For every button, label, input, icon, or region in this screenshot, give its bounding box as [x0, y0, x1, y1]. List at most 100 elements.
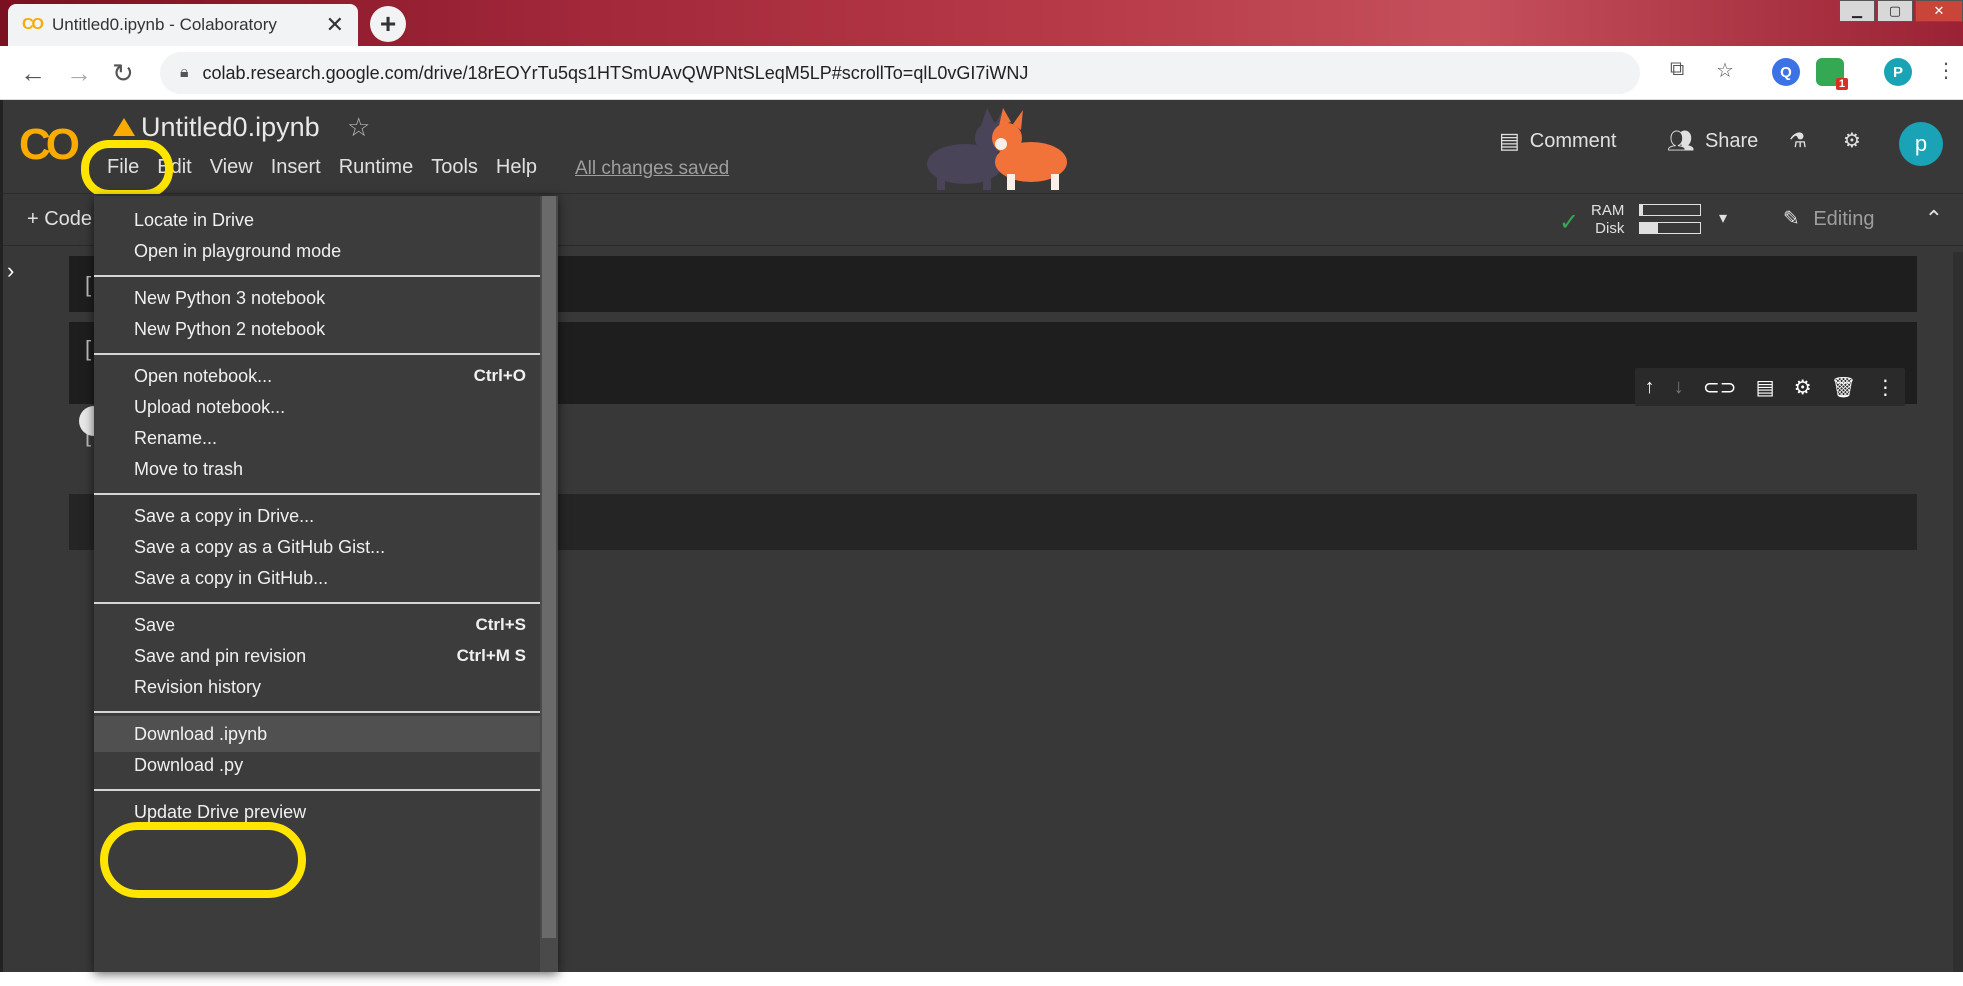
comment-icon: ▤ — [1499, 128, 1520, 153]
move-up-icon[interactable]: ↑ — [1645, 376, 1655, 399]
cell-bracket: [ — [85, 336, 92, 361]
resource-monitor[interactable]: RAM Disk — [1591, 202, 1624, 238]
menu-item-new-python2[interactable]: New Python 2 notebook — [94, 311, 540, 347]
share-label: Share — [1704, 129, 1759, 152]
minimize-icon[interactable]: ▁ — [1839, 0, 1875, 22]
cell-bracket: [ — [85, 272, 92, 297]
menu-item-label: Download .ipynb — [134, 723, 268, 744]
editing-mode-button[interactable]: ✎ Editing — [1783, 206, 1874, 231]
menu-item-label: Open notebook... — [134, 365, 273, 386]
colab-favicon-icon: CO — [22, 16, 44, 33]
notebook-title[interactable]: Untitled0.ipynb — [141, 112, 320, 143]
scrollbar-thumb[interactable] — [542, 196, 556, 938]
star-icon[interactable]: ☆ — [347, 112, 370, 143]
menu-insert[interactable]: Insert — [271, 156, 321, 179]
annotation-highlight-download — [100, 822, 306, 898]
back-icon[interactable]: ← — [20, 58, 46, 89]
comment-cell-icon[interactable]: ▤ — [1756, 375, 1775, 400]
link-icon[interactable]: ⊂⊃ — [1703, 375, 1737, 400]
pencil-icon: ✎ — [1783, 208, 1800, 230]
menu-divider — [94, 275, 540, 277]
more-icon[interactable]: ⋮ — [1875, 375, 1895, 400]
search-extension-icon[interactable]: Q — [1772, 58, 1800, 86]
flask-icon[interactable]: ⚗ — [1789, 128, 1807, 153]
menu-item-label: Revision history — [134, 676, 262, 697]
menu-item-label: Update Drive preview — [134, 801, 307, 822]
menu-item-move-to-trash[interactable]: Move to trash — [94, 451, 540, 487]
sidebar-expand-icon[interactable]: › — [7, 258, 14, 284]
url-text: colab.research.google.com/drive/18rEOYrT… — [202, 62, 1029, 83]
browser-toolbar: ← → ↻ 🔒︎ colab.research.google.com/drive… — [0, 46, 1963, 100]
maximize-icon[interactable]: ▢ — [1877, 0, 1913, 22]
shortcut-label: Ctrl+O — [473, 366, 526, 385]
address-bar[interactable]: 🔒︎ colab.research.google.com/drive/18rEO… — [160, 52, 1640, 94]
close-tab-icon[interactable]: ✕ — [326, 12, 344, 38]
menu-item-open-playground[interactable]: Open in playground mode — [94, 233, 540, 269]
colab-header: CO Untitled0.ipynb ☆ File Edit View Inse… — [3, 100, 1963, 198]
menu-item-label: Save a copy in GitHub... — [134, 567, 329, 588]
move-down-icon[interactable]: ↓ — [1674, 376, 1684, 399]
reload-icon[interactable]: ↻ — [112, 58, 134, 89]
tab-title: Untitled0.ipynb - Colaboratory — [52, 15, 277, 34]
menu-item-label: Save and pin revision — [134, 645, 307, 666]
colab-logo[interactable]: CO — [19, 120, 80, 170]
menu-tools[interactable]: Tools — [431, 156, 478, 179]
forward-icon[interactable]: → — [66, 58, 92, 89]
ram-bar — [1639, 204, 1701, 216]
browser-tabstrip: CO Untitled0.ipynb - Colaboratory ✕ + ▁ … — [0, 0, 1963, 46]
comment-button[interactable]: ▤ Comment — [1499, 128, 1617, 154]
menu-item-label: Rename... — [134, 427, 218, 448]
page-scrollbar[interactable] — [1953, 252, 1963, 972]
profile-avatar[interactable]: P — [1884, 58, 1912, 86]
people-icon: 👥︎ — [1667, 128, 1695, 153]
shield-extension-icon[interactable]: 1 — [1816, 58, 1848, 90]
menu-item-label: Open in playground mode — [134, 240, 342, 261]
menu-item-label: Download .py — [134, 754, 244, 775]
extension-badge: 1 — [1835, 78, 1848, 90]
menu-divider — [94, 493, 540, 495]
bookmark-star-icon[interactable]: ☆ — [1716, 58, 1734, 83]
user-avatar[interactable]: p — [1899, 122, 1943, 166]
menu-item-label: Locate in Drive — [134, 209, 255, 230]
menu-item-label: Save — [134, 614, 176, 635]
menu-item-revision-history[interactable]: Revision history — [94, 669, 540, 705]
menu-view[interactable]: View — [210, 156, 253, 179]
shortcut-label: Ctrl+S — [475, 615, 526, 634]
save-status[interactable]: All changes saved — [575, 158, 729, 180]
menu-item-label: New Python 3 notebook — [134, 287, 326, 308]
menu-item-download-py[interactable]: Download .py — [94, 747, 540, 783]
menu-item-label: Upload notebook... — [134, 396, 286, 417]
new-tab-button[interactable]: + — [370, 6, 406, 42]
lock-icon: 🔒︎ — [180, 64, 189, 81]
menu-divider — [94, 789, 540, 791]
disk-bar — [1639, 222, 1701, 234]
connected-check-icon: ✓ — [1559, 209, 1580, 236]
chevron-up-icon[interactable]: ⌃ — [1925, 206, 1943, 232]
window-controls: ▁ ▢ ✕ — [1837, 0, 1963, 22]
disk-label: Disk — [1595, 220, 1625, 237]
menu-runtime[interactable]: Runtime — [339, 156, 413, 179]
browser-menu-icon[interactable]: ⋮ — [1936, 58, 1956, 83]
cell-settings-icon[interactable]: ⚙ — [1794, 375, 1812, 400]
editing-label: Editing — [1813, 208, 1875, 230]
shortcut-label: Ctrl+M S — [456, 646, 526, 665]
share-button[interactable]: 👥︎ Share — [1667, 128, 1758, 154]
settings-gear-icon[interactable]: ⚙ — [1843, 128, 1861, 153]
window-close-icon[interactable]: ✕ — [1915, 0, 1963, 22]
menu-divider — [94, 711, 540, 713]
annotation-highlight-file — [81, 140, 173, 198]
menu-item-label: Move to trash — [134, 458, 244, 479]
translate-icon[interactable]: ⧉ — [1670, 58, 1684, 81]
menu-item-label: Save a copy as a GitHub Gist... — [134, 536, 386, 557]
trash-icon[interactable]: 🗑︎ — [1831, 375, 1856, 400]
screen: CO Untitled0.ipynb - Colaboratory ✕ + ▁ … — [0, 0, 1963, 986]
add-code-button[interactable]: + Code — [27, 208, 92, 231]
menu-item-save-copy-github[interactable]: Save a copy in GitHub... — [94, 560, 540, 596]
drive-icon — [113, 118, 135, 136]
menu-scrollbar[interactable] — [540, 196, 558, 972]
corgi-illustration — [927, 108, 1067, 190]
cell-toolbar: ↑ ↓ ⊂⊃ ▤ ⚙ 🗑︎ ⋮ — [1635, 368, 1905, 406]
menu-help[interactable]: Help — [496, 156, 537, 179]
browser-tab[interactable]: CO Untitled0.ipynb - Colaboratory ✕ — [8, 4, 358, 46]
chevron-down-icon[interactable]: ▾ — [1719, 208, 1727, 228]
